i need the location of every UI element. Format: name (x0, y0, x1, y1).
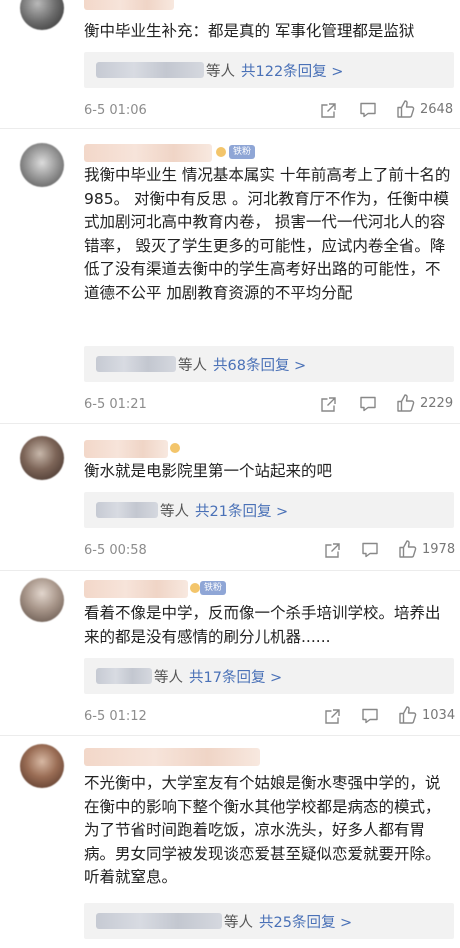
like-count: 2648 (420, 102, 454, 117)
reply-preview[interactable]: 等人 共17条回复 > (84, 658, 454, 694)
avatar[interactable] (20, 143, 64, 187)
reply-preview[interactable]: 等人 共21条回复 > (84, 492, 454, 528)
fan-level-icon (216, 147, 226, 157)
fan-badge: 铁粉 (229, 145, 256, 159)
avatar[interactable] (20, 436, 64, 480)
timestamp: 6-5 01:06 (84, 102, 147, 118)
comment-text: 衡中毕业生补充：都是真的 军事化管理都是监狱 (84, 22, 415, 40)
reply-names (96, 668, 152, 684)
fan-level-icon (170, 443, 180, 453)
comment-icon[interactable] (358, 100, 378, 120)
avatar[interactable] (20, 0, 64, 30)
timestamp: 6-5 01:12 (84, 708, 147, 724)
comment-icon[interactable] (360, 706, 380, 726)
like-count: 2229 (420, 396, 454, 411)
like-count: 1034 (422, 708, 456, 723)
reply-etc: 等人 (178, 357, 207, 374)
comment-icon[interactable] (358, 394, 378, 414)
divider (0, 423, 460, 424)
timestamp: 6-5 01:21 (84, 396, 147, 412)
share-icon[interactable] (318, 394, 338, 414)
reply-names (96, 913, 222, 929)
comment-text: 我衡中毕业生 情况基本属实 十年前高考上了前十名的985。 对衡中有反思 。河北… (84, 166, 451, 302)
username[interactable] (84, 144, 212, 162)
view-replies-link[interactable]: 共68条回复 > (213, 354, 306, 375)
divider (0, 735, 460, 736)
like-count: 1978 (422, 542, 456, 557)
fan-level-icon (190, 583, 200, 593)
timestamp: 6-5 00:58 (84, 542, 147, 558)
view-replies-link[interactable]: 共25条回复 > (259, 911, 352, 932)
view-replies-link[interactable]: 共21条回复 > (195, 500, 288, 521)
reply-etc: 等人 (160, 503, 189, 520)
reply-names (96, 356, 176, 372)
share-icon[interactable] (322, 706, 342, 726)
avatar[interactable] (20, 578, 64, 622)
divider (0, 128, 460, 129)
reply-etc: 等人 (154, 669, 183, 686)
reply-etc: 等人 (224, 914, 253, 931)
share-icon[interactable] (322, 540, 342, 560)
like-icon[interactable] (398, 539, 418, 559)
comment-text: 不光衡中，大学室友有个姑娘是衡水枣强中学的，说在衡中的影响下整个衡水其他学校都是… (84, 774, 441, 886)
like-icon[interactable] (396, 393, 416, 413)
reply-preview[interactable]: 等人 共68条回复 > (84, 346, 454, 382)
reply-etc: 等人 (206, 63, 235, 80)
username[interactable] (84, 440, 168, 458)
view-replies-link[interactable]: 共122条回复 > (241, 60, 343, 81)
comment-icon[interactable] (360, 540, 380, 560)
share-icon[interactable] (318, 100, 338, 120)
divider (0, 570, 460, 571)
reply-names (96, 62, 204, 78)
username[interactable] (84, 0, 174, 10)
reply-preview[interactable]: 等人 共25条回复 > (84, 903, 454, 939)
like-icon[interactable] (396, 99, 416, 119)
comment-text: 衡水就是电影院里第一个站起来的吧 (84, 462, 333, 480)
fan-badge: 铁粉 (200, 581, 227, 595)
username[interactable] (84, 580, 188, 598)
username[interactable] (84, 748, 260, 766)
comment-text: 看着不像是中学，反而像一个杀手培训学校。培养出来的都是没有感情的刷分儿机器...… (84, 604, 441, 646)
view-replies-link[interactable]: 共17条回复 > (189, 666, 282, 687)
like-icon[interactable] (398, 705, 418, 725)
avatar[interactable] (20, 744, 64, 788)
reply-preview[interactable]: 等人 共122条回复 > (84, 52, 454, 88)
reply-names (96, 502, 158, 518)
